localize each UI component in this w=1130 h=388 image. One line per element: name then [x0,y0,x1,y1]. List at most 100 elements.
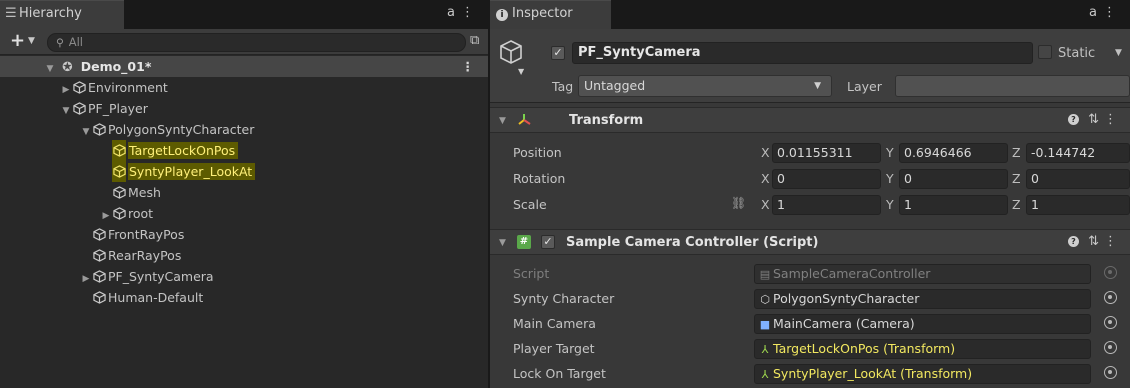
scene-visibility-icon[interactable]: ⧉ [470,33,479,48]
position-z-field[interactable]: -0.144742 [1026,143,1130,163]
transform-component-header[interactable]: ▼ Transform ? ⇅⋮ [490,107,1130,133]
object-reference-field[interactable]: ▤ SampleCameraController [754,264,1091,284]
kebab-menu-icon[interactable]: ⋮ [1104,234,1122,249]
script-file-icon: ▤ [759,268,771,281]
script-field-row: Script ▤ SampleCameraController [490,261,1130,287]
hierarchy-item[interactable]: RearRayPos [0,245,488,266]
script-component-header[interactable]: ▼ # ✓ Sample Camera Controller (Script) … [490,229,1130,255]
transform-icon: ⅄ [761,368,769,381]
object-picker-icon[interactable] [1104,341,1117,354]
hierarchy-item[interactable]: ▶ root [0,203,488,224]
hierarchy-tab-bar: ☰ Hierarchy a⋮ [0,0,488,29]
inspector-tab[interactable]: i Inspector [490,0,611,29]
kebab-menu-icon[interactable]: ⋮ [461,5,480,20]
hierarchy-item[interactable]: ▶ Environment [0,77,488,98]
hierarchy-item[interactable]: Mesh [0,182,488,203]
hierarchy-item[interactable]: ▼ PolygonSyntyCharacter [0,119,488,140]
component-enabled-checkbox[interactable]: ✓ [541,235,555,249]
link-icon[interactable]: ⛓ [731,196,746,210]
presets-icon[interactable]: ⇅ [1088,112,1104,127]
scale-z-field[interactable]: 1 [1026,195,1130,215]
axis-z-label[interactable]: Z [1012,171,1021,186]
static-label: Static [1058,46,1096,61]
hierarchy-item[interactable]: TargetLockOnPos [0,140,488,161]
hierarchy-item[interactable]: Human-Default [0,287,488,308]
scale-x-field[interactable]: 1 [772,195,881,215]
hierarchy-item-label: Environment [88,80,168,95]
hierarchy-search-input[interactable]: ⚲ All [47,33,466,52]
rotation-y-field[interactable]: 0 [899,169,1008,189]
script-icon: # [517,235,531,249]
axis-x-label[interactable]: X [761,171,770,186]
kebab-menu-icon[interactable]: ⋮ [1103,5,1122,20]
presets-icon[interactable]: ⇅ [1088,234,1104,249]
object-picker-icon [1104,266,1117,279]
hierarchy-item-label: FrontRayPos [108,227,185,242]
object-reference-field[interactable]: ■ MainCamera (Camera) [754,314,1091,334]
scale-y-field[interactable]: 1 [899,195,1008,215]
component-controls: ? ⇅⋮ [1067,234,1122,249]
object-reference-field[interactable]: ⅄ TargetLockOnPos (Transform) [754,339,1091,359]
axis-z-label[interactable]: Z [1012,145,1021,160]
axis-y-label[interactable]: Y [886,145,894,160]
gameobject-icon [92,287,106,308]
scene-row[interactable]: ▼ ✪ Demo_01* ⋮ [0,56,488,77]
lock-icon[interactable]: a [447,5,461,20]
chevron-down-icon[interactable]: ▼ [28,36,35,46]
hierarchy-tab-label: Hierarchy [19,6,82,21]
static-checkbox[interactable] [1038,45,1052,59]
hierarchy-item[interactable]: FrontRayPos [0,224,488,245]
hierarchy-item-label: RearRayPos [108,248,182,263]
tag-dropdown[interactable]: Untagged ▼ [578,75,832,97]
axis-x-label[interactable]: X [761,145,770,160]
chevron-down-icon[interactable]: ▼ [499,238,506,248]
object-reference-field[interactable]: ⅄ SyntyPlayer_LookAt (Transform) [754,364,1091,384]
lock-icon[interactable]: a [1089,5,1103,20]
object-picker-icon[interactable] [1104,291,1117,304]
hierarchy-tab-controls: a⋮ [447,5,480,20]
hierarchy-tree: ▼ ✪ Demo_01* ⋮ ▶ Environment ▼ PF_Player ▼ Po… [0,56,488,308]
list-icon: ☰ [5,6,17,21]
kebab-menu-icon[interactable]: ⋮ [1104,112,1122,127]
chevron-down-icon: ▼ [814,81,821,91]
object-reference-field[interactable]: ⬡ PolygonSyntyCharacter [754,289,1091,309]
position-x-field[interactable]: 0.01155311 [772,143,881,163]
rotation-z-field[interactable]: 0 [1026,169,1130,189]
axis-x-label[interactable]: X [761,197,770,212]
active-checkbox[interactable]: ✓ [551,46,565,60]
hierarchy-item[interactable]: ▼ PF_Player [0,98,488,119]
axis-y-label[interactable]: Y [886,171,894,186]
help-icon[interactable]: ? [1067,114,1079,125]
axis-y-label[interactable]: Y [886,197,894,212]
hierarchy-item[interactable]: SyntyPlayer_LookAt [0,161,488,182]
hierarchy-item-label: PF_Player [88,101,148,116]
gameobject-header: ▼ ✓ PF_SyntyCamera Static ▼ Tag Untagged… [490,29,1130,103]
hierarchy-item[interactable]: ▶ PF_SyntyCamera [0,266,488,287]
layer-dropdown[interactable] [895,75,1130,97]
gameobject-icon [112,182,126,203]
object-picker-icon[interactable] [1104,366,1117,379]
rotation-x-field[interactable]: 0 [772,169,881,189]
add-icon[interactable]: + [10,30,25,51]
kebab-menu-icon[interactable]: ⋮ [462,56,475,77]
script-field-label: Player Target [513,341,595,356]
gameobject-icon [92,266,106,287]
object-name-field[interactable]: PF_SyntyCamera [572,42,1033,64]
axis-z-label[interactable]: Z [1012,197,1021,212]
info-icon: i [496,9,508,21]
gameobject-icon [72,98,86,119]
gameobject-icon [72,77,86,98]
help-icon[interactable]: ? [1067,236,1079,247]
position-y-field[interactable]: 0.6946466 [899,143,1008,163]
hierarchy-tab[interactable]: ☰ Hierarchy [0,0,124,29]
hierarchy-item-label: SyntyPlayer_LookAt [128,163,256,180]
chevron-down-icon[interactable]: ▼ [499,116,506,126]
scale-row: Scale ⛓ X 1 Y 1 Z 1 [490,192,1130,218]
hierarchy-panel: ☰ Hierarchy a⋮ + ▼ ⚲ All ⧉ ▼ ✪ Demo_01* ⋮ … [0,0,488,388]
chevron-down-icon[interactable]: ▼ [1115,48,1122,58]
chevron-down-icon[interactable]: ▼ [518,67,524,76]
object-picker-icon[interactable] [1104,316,1117,329]
gameobject-icon [112,161,126,182]
gameobject-icon[interactable] [499,39,525,69]
position-row: Position X 0.01155311 Y 0.6946466 Z -0.1… [490,140,1130,166]
